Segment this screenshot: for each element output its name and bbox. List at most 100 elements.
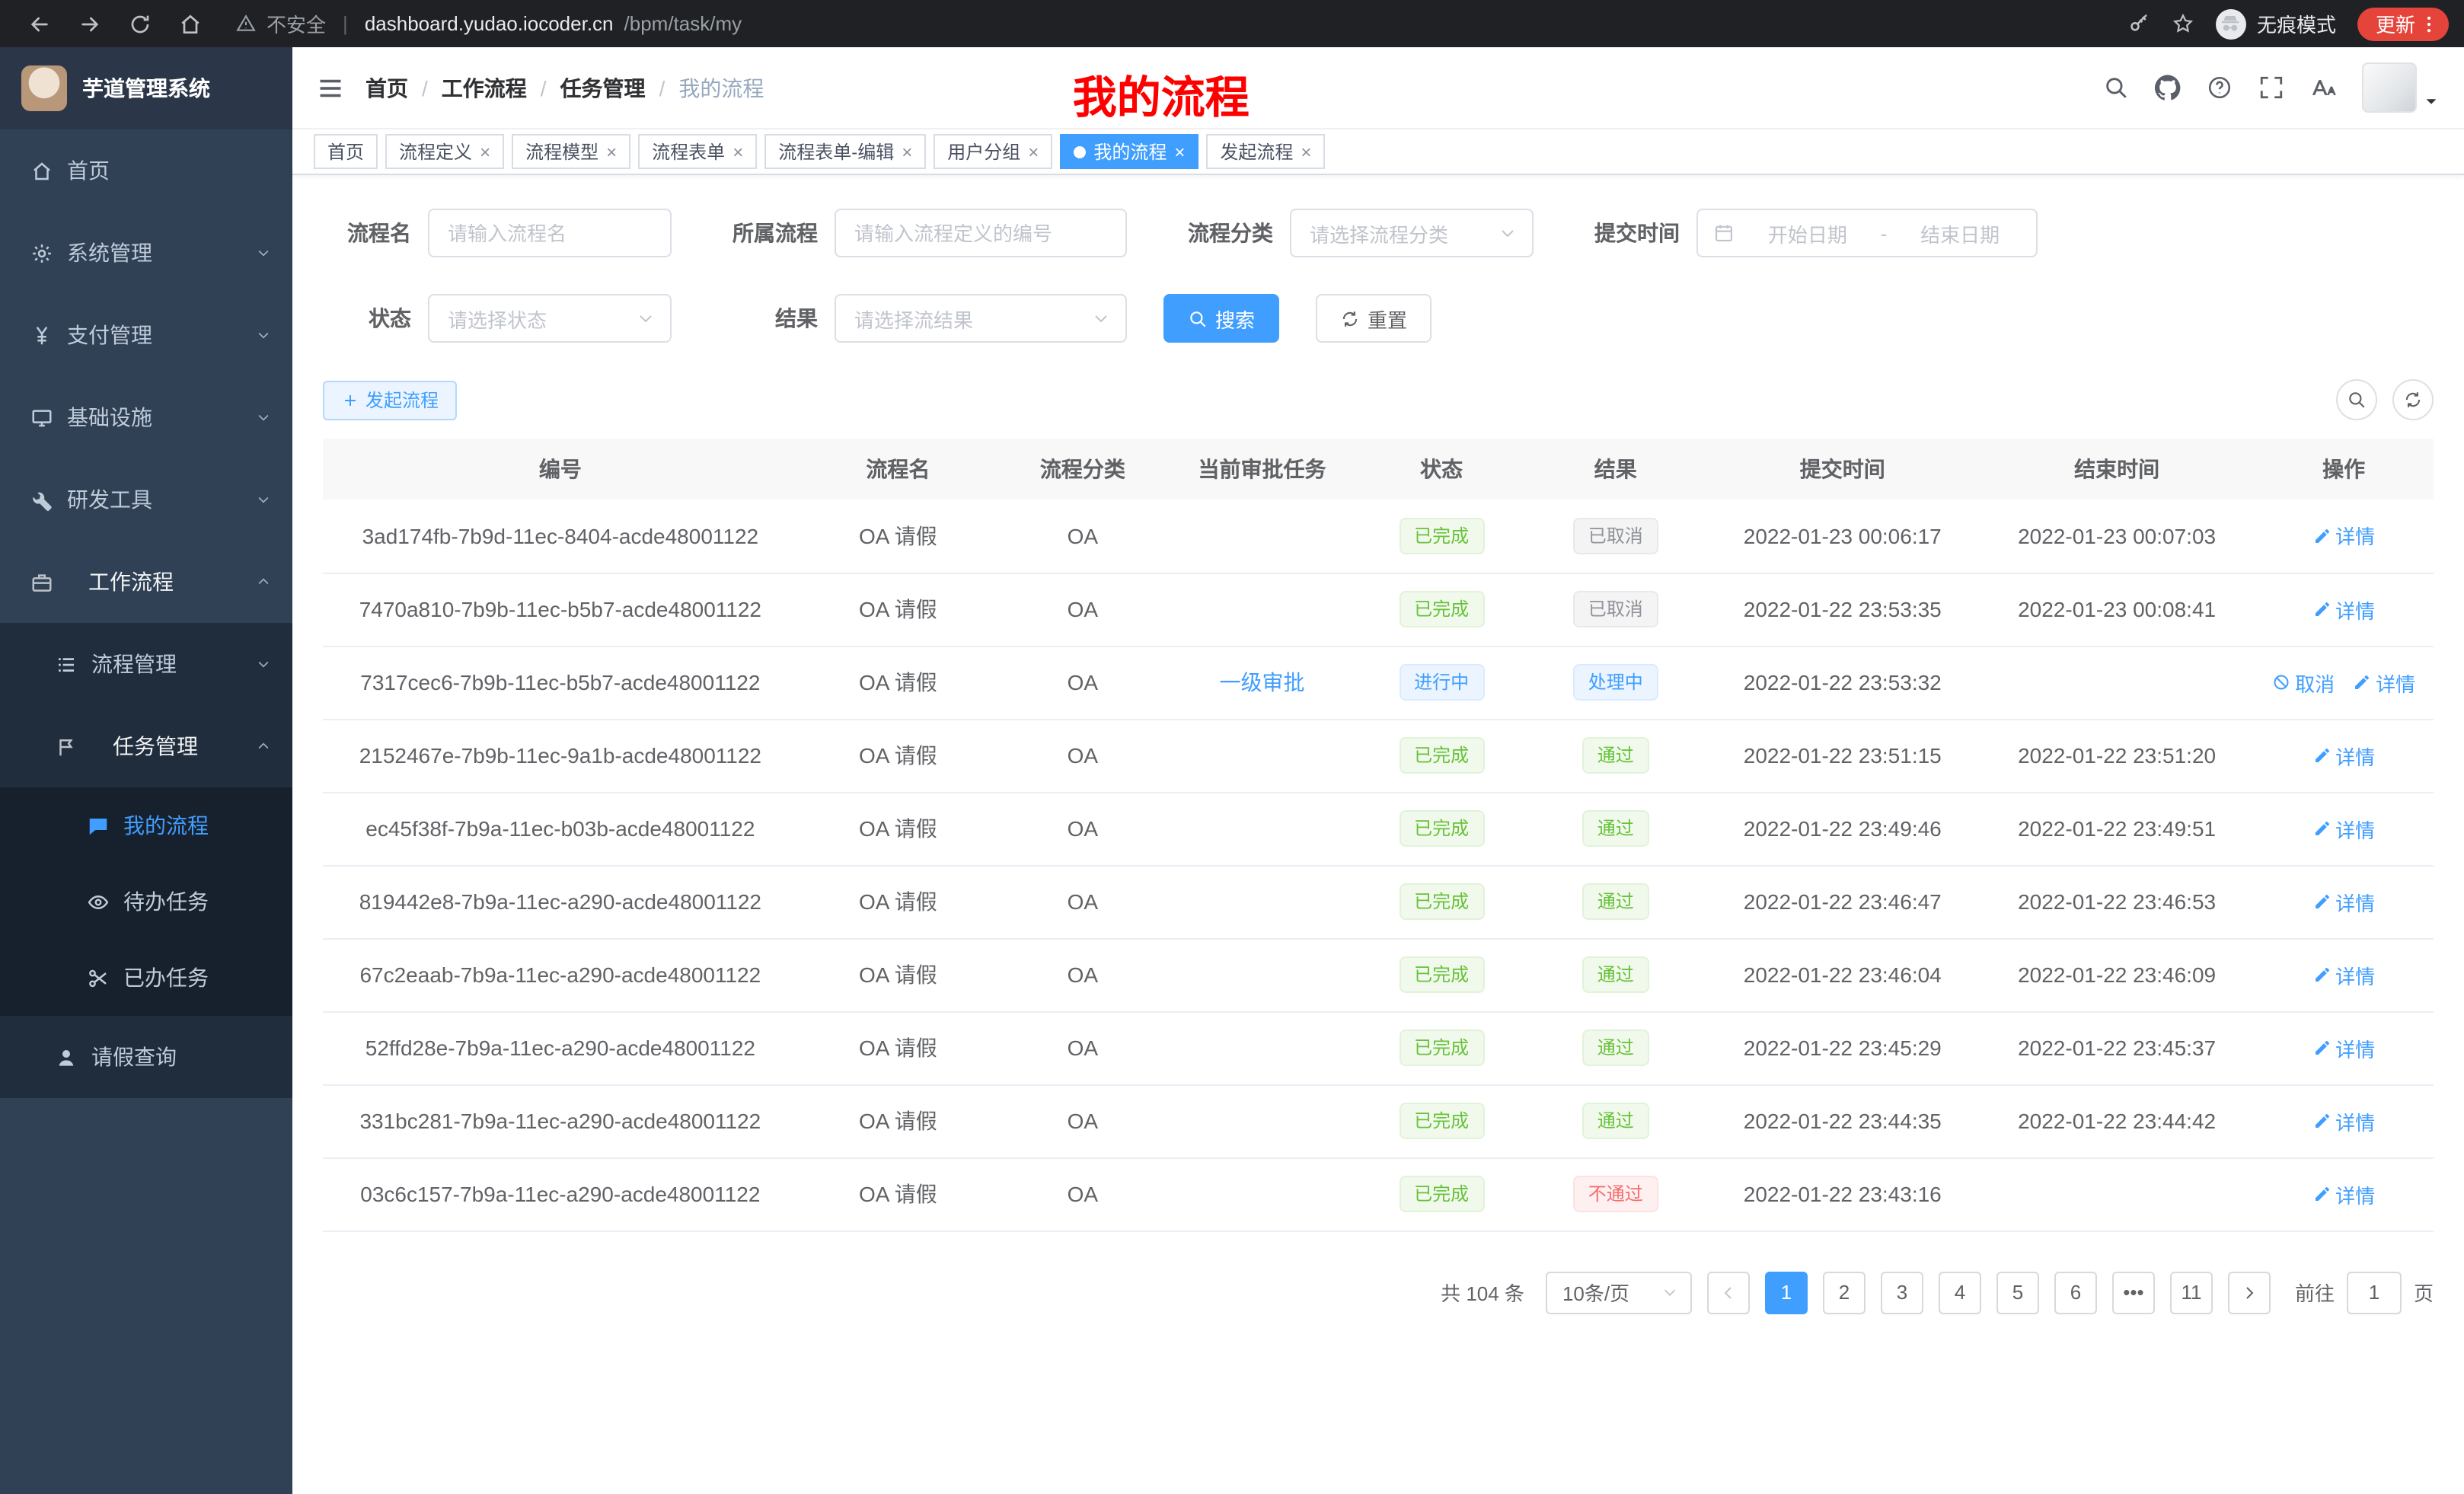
sidebar-item-infrastructure[interactable]: 基础设施 [0,376,292,458]
sidebar-item-task-mgmt[interactable]: 任务管理 [0,705,292,787]
submit-time-range-picker[interactable]: 开始日期 - 结束日期 [1696,209,2038,257]
page-button-11[interactable]: 11 [2170,1271,2213,1314]
cell-category: OA [998,1084,1167,1157]
calendar-icon [1713,222,1735,244]
next-page-button[interactable] [2228,1271,2271,1314]
page-size-select[interactable]: 10条/页 [1546,1271,1692,1314]
detail-link[interactable]: 详情 [2312,1106,2375,1135]
category-select[interactable]: 请选择流程分类 [1290,209,1534,257]
sidebar-item-my-process[interactable]: 我的流程 [0,787,292,864]
sidebar-item-todo-tasks[interactable]: 待办任务 [0,864,292,940]
tab-process-model[interactable]: 流程模型× [512,134,630,169]
back-icon[interactable] [27,11,52,36]
detail-link[interactable]: 详情 [2353,668,2415,697]
cell-submit-time: 2022-01-22 23:45:29 [1706,1011,1980,1084]
cell-process-id: 03c6c157-7b9a-11ec-a290-acde48001122 [323,1157,798,1231]
tab-user-group[interactable]: 用户分组× [934,134,1052,169]
create-process-button[interactable]: 发起流程 [323,380,457,420]
cell-end-time: 2022-01-22 23:46:53 [1980,865,2254,938]
page-button-2[interactable]: 2 [1823,1271,1866,1314]
current-task-link[interactable]: 一级审批 [1220,670,1305,694]
user-menu[interactable] [2362,62,2440,113]
app-logo-row[interactable]: 芋道管理系统 [0,47,292,129]
pages-ellipsis[interactable]: ••• [2112,1271,2155,1314]
detail-link[interactable]: 详情 [2312,595,2375,624]
hamburger-icon[interactable] [317,74,344,101]
detail-link[interactable]: 详情 [2312,960,2375,989]
refresh-table-button[interactable] [2392,379,2434,420]
close-icon[interactable]: × [732,142,743,161]
key-icon[interactable] [2127,12,2150,35]
close-icon[interactable]: × [606,142,617,161]
status-badge: 已完成 [1399,1103,1484,1139]
update-button[interactable]: 更新 [2357,7,2449,40]
action-label: 详情 [2335,887,2375,916]
breadcrumb-item[interactable]: 任务管理 [560,72,646,103]
sidebar-item-home[interactable]: 首页 [0,129,292,212]
page-button-5[interactable]: 5 [1996,1271,2039,1314]
page-button-3[interactable]: 3 [1881,1271,1923,1314]
tab-process-form-edit[interactable]: 流程表单-编辑× [764,134,926,169]
close-icon[interactable]: × [480,142,490,161]
tab-home[interactable]: 首页 [314,134,378,169]
show-search-button[interactable] [2336,379,2377,420]
cancel-link[interactable]: 取消 [2272,668,2335,697]
detail-link[interactable]: 详情 [2312,741,2375,770]
detail-link[interactable]: 详情 [2312,814,2375,843]
cell-process-name: OA 请假 [798,1011,998,1084]
search-icon[interactable] [2103,75,2129,101]
cell-submit-time: 2022-01-22 23:49:46 [1706,792,1980,865]
reset-button[interactable]: 重置 [1316,294,1431,343]
result-badge: 不通过 [1573,1176,1658,1212]
cell-process-name: OA 请假 [798,938,998,1011]
briefcase-icon [30,570,53,593]
goto-page-input[interactable] [2347,1271,2402,1314]
close-icon[interactable]: × [1028,142,1039,161]
github-icon[interactable] [2155,75,2181,101]
tab-process-form[interactable]: 流程表单× [638,134,757,169]
close-icon[interactable]: × [1301,142,1311,161]
process-id-input[interactable] [835,209,1127,257]
sidebar-item-system[interactable]: 系统管理 [0,212,292,294]
browser-home-icon[interactable] [178,11,203,36]
result-select[interactable]: 请选择流结果 [835,294,1127,343]
breadcrumb-item[interactable]: 首页 [365,72,408,103]
detail-link[interactable]: 详情 [2312,1180,2375,1208]
page-button-4[interactable]: 4 [1939,1271,1981,1314]
yen-icon [30,324,53,346]
breadcrumb-item[interactable]: 工作流程 [442,72,527,103]
sidebar-item-workflow[interactable]: 工作流程 [0,541,292,623]
help-icon[interactable] [2207,75,2233,101]
sidebar-item-payment[interactable]: 支付管理 [0,294,292,376]
page-button-1[interactable]: 1 [1765,1271,1808,1314]
cell-actions: 详情 [2254,573,2434,646]
forward-icon[interactable] [78,11,102,36]
page-button-6[interactable]: 6 [2054,1271,2097,1314]
edit-icon [2312,1112,2331,1130]
tab-my-process[interactable]: 我的流程× [1060,134,1198,169]
sidebar-item-process-mgmt[interactable]: 流程管理 [0,623,292,705]
font-size-icon[interactable] [2310,75,2336,101]
tab-process-definition[interactable]: 流程定义× [385,134,504,169]
tab-start-process[interactable]: 发起流程× [1206,134,1325,169]
status-select[interactable]: 请选择状态 [428,294,672,343]
fullscreen-icon[interactable] [2258,75,2284,101]
prev-page-button[interactable] [1707,1271,1750,1314]
sidebar-item-done-tasks[interactable]: 已办任务 [0,940,292,1016]
star-icon[interactable] [2172,12,2194,35]
search-button[interactable]: 搜索 [1163,294,1279,343]
detail-link[interactable]: 详情 [2312,522,2375,551]
result-badge: 通过 [1582,1103,1649,1139]
sidebar-item-leave-query[interactable]: 请假查询 [0,1016,292,1098]
cell-process-name: OA 请假 [798,1157,998,1231]
cell-process-id: 2152467e-7b9b-11ec-9a1b-acde48001122 [323,719,798,792]
detail-link[interactable]: 详情 [2312,887,2375,916]
close-icon[interactable]: × [902,142,912,161]
reload-icon[interactable] [128,11,152,36]
close-icon[interactable]: × [1174,142,1185,161]
process-name-input[interactable] [428,209,672,257]
cell-current-task [1167,1084,1357,1157]
detail-link[interactable]: 详情 [2312,1033,2375,1062]
address-bar[interactable]: 不安全 | dashboard.yudao.iocoder.cn/bpm/tas… [236,9,2127,38]
sidebar-item-devtools[interactable]: 研发工具 [0,458,292,541]
